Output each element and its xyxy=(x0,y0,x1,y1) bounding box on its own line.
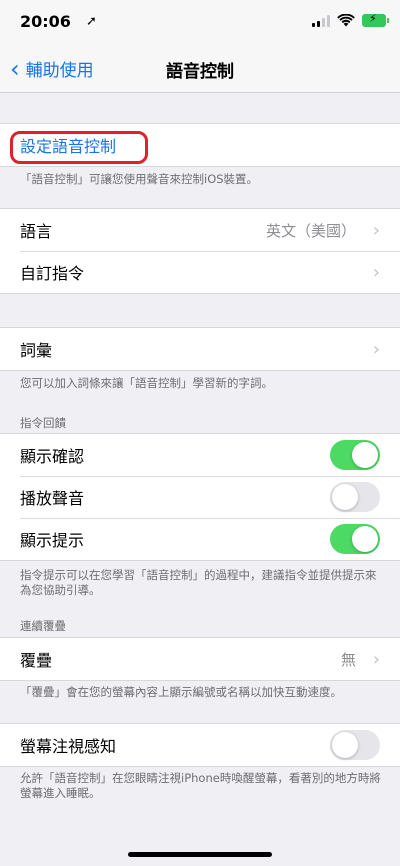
chevron-right-icon: › xyxy=(372,338,380,360)
status-icons: ⚡ xyxy=(312,12,389,27)
show-hints-label: 顯示提示 xyxy=(20,531,85,550)
show-confirmation-row: 顯示確認 xyxy=(0,434,400,476)
cellular-signal-icon xyxy=(312,14,330,27)
vocabulary-label: 詞彙 xyxy=(20,341,53,360)
status-bar: 20:06 ➚ ⚡ xyxy=(0,0,400,44)
status-time: 20:06 xyxy=(20,12,71,31)
language-row[interactable]: 語言 英文（美國） › xyxy=(0,209,400,251)
command-feedback-header: 指令回饋 xyxy=(20,416,66,430)
overlay-note: 「覆疊」會在您的螢幕內容上顯示編號或名稱以加快互動速度。 xyxy=(20,685,342,699)
show-confirmation-label: 顯示確認 xyxy=(20,447,85,466)
custom-commands-row[interactable]: 自訂指令 › xyxy=(0,251,400,293)
home-indicator[interactable] xyxy=(128,852,272,857)
continuous-overlay-group: 覆疊 無 › xyxy=(0,637,400,681)
location-arrow-icon: ➚ xyxy=(86,14,97,29)
continuous-overlay-header: 連續覆疊 xyxy=(20,619,66,633)
show-hints-row: 顯示提示 xyxy=(0,518,400,560)
navigation-bar: ‹ 輔助使用 語音控制 xyxy=(0,44,400,93)
attention-awareness-row: 螢幕注視感知 xyxy=(0,724,400,766)
play-sound-row: 播放聲音 xyxy=(0,476,400,518)
toggle-knob xyxy=(352,442,378,468)
language-group: 語言 英文（美國） › 自訂指令 › xyxy=(0,208,400,294)
wifi-icon xyxy=(337,14,355,27)
toggle-knob xyxy=(332,484,358,510)
vocabulary-group: 詞彙 › xyxy=(0,327,400,371)
language-value: 英文（美國） xyxy=(265,221,356,240)
battery-charging-icon: ⚡ xyxy=(362,12,389,27)
vocabulary-row[interactable]: 詞彙 › xyxy=(0,328,400,370)
overlay-label: 覆疊 xyxy=(20,651,53,670)
command-feedback-note: 指令提示可以在您學習「語音控制」的過程中，建議指令並提供提示來為您協助引導。 xyxy=(20,568,377,597)
toggle-knob xyxy=(332,732,358,758)
command-feedback-group: 顯示確認 播放聲音 顯示提示 xyxy=(0,433,400,561)
attention-awareness-toggle[interactable] xyxy=(330,730,380,760)
overlay-value: 無 xyxy=(340,650,356,669)
chevron-right-icon: › xyxy=(372,648,380,670)
show-confirmation-toggle[interactable] xyxy=(330,440,380,470)
red-highlight-annotation xyxy=(10,131,148,164)
setup-note: 「語音控制」可讓您使用聲音來控制iOS裝置。 xyxy=(20,172,259,186)
language-label: 語言 xyxy=(20,222,53,241)
overlay-row[interactable]: 覆疊 無 › xyxy=(0,638,400,680)
attention-group: 螢幕注視感知 xyxy=(0,723,400,767)
vocabulary-note: 您可以加入詞條來讓「語音控制」學習新的字詞。 xyxy=(20,376,273,390)
chevron-right-icon: › xyxy=(372,219,380,241)
toggle-knob xyxy=(352,526,378,552)
show-hints-toggle[interactable] xyxy=(330,524,380,554)
play-sound-label: 播放聲音 xyxy=(20,489,85,508)
play-sound-toggle[interactable] xyxy=(330,482,380,512)
attention-awareness-label: 螢幕注視感知 xyxy=(20,737,117,756)
custom-commands-label: 自訂指令 xyxy=(20,264,85,283)
chevron-right-icon: › xyxy=(372,261,380,283)
attention-awareness-note: 允許「語音控制」在您眼睛注視iPhone時喚醒螢幕，看著別的地方時將螢幕進入睡眠… xyxy=(20,771,381,800)
page-title: 語音控制 xyxy=(166,62,234,82)
